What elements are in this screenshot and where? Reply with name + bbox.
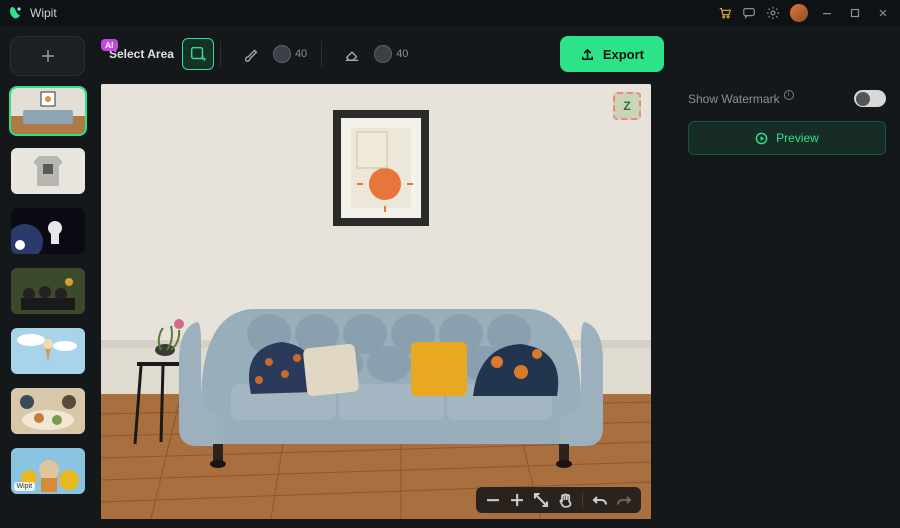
thumbnail-tshirt[interactable] — [11, 148, 85, 194]
editor-area: AI Select Area + 40 — [95, 26, 670, 528]
preview-label: Preview — [776, 131, 819, 145]
detected-watermark-region[interactable]: Z — [613, 92, 641, 120]
thumbnail-icecream[interactable] — [11, 328, 85, 374]
cart-icon[interactable] — [718, 6, 732, 20]
window-maximize-button[interactable] — [846, 4, 864, 22]
ai-badge: AI — [101, 39, 118, 51]
avatar[interactable] — [790, 4, 808, 22]
sidebar: Wipit — [0, 26, 95, 528]
svg-text:+: + — [202, 55, 206, 63]
brush-tool[interactable] — [235, 38, 267, 70]
rectangle-select-tool[interactable]: + — [182, 38, 214, 70]
redo-button[interactable] — [615, 491, 633, 509]
export-button[interactable]: Export — [560, 36, 664, 72]
thumbnail-astronaut[interactable] — [11, 208, 85, 254]
titlebar: Wipit — [0, 0, 900, 26]
show-watermark-label: Show Watermark i — [688, 92, 794, 106]
zoom-out-button[interactable] — [484, 491, 502, 509]
mode-selector[interactable]: AI Select Area — [107, 47, 176, 61]
eraser-tool[interactable] — [336, 38, 368, 70]
size-dot-icon — [273, 45, 291, 63]
size-dot-icon — [374, 45, 392, 63]
gear-icon[interactable] — [766, 6, 780, 20]
window-minimize-button[interactable] — [818, 4, 836, 22]
brush-size-value: 40 — [295, 48, 307, 60]
toolbar-divider — [321, 41, 322, 67]
eraser-size-value: 40 — [396, 48, 408, 60]
canvas[interactable]: Z — [101, 84, 651, 519]
thumbnail-badge-icon — [15, 240, 25, 250]
thumbnail-watermark-badge: Wipit — [14, 482, 36, 491]
toolbar: AI Select Area + 40 — [101, 36, 670, 72]
thumbnail-room[interactable] — [11, 88, 85, 134]
thumbnail-dining[interactable] — [11, 388, 85, 434]
thumbnail-list: Wipit — [11, 88, 85, 494]
watermark-glyph: Z — [623, 99, 630, 113]
window-close-button[interactable] — [874, 4, 892, 22]
toolbar-divider — [220, 41, 221, 67]
info-icon[interactable]: i — [784, 90, 794, 100]
thumbnail-graduation[interactable] — [11, 268, 85, 314]
zoom-in-button[interactable] — [508, 491, 526, 509]
pan-button[interactable] — [556, 491, 574, 509]
right-panel: Show Watermark i Preview — [670, 26, 900, 528]
preview-button[interactable]: Preview — [688, 121, 886, 155]
fit-screen-button[interactable] — [532, 491, 550, 509]
undo-button[interactable] — [591, 491, 609, 509]
export-label: Export — [603, 47, 644, 62]
app-name: Wipit — [30, 6, 57, 20]
canvas-wrap: Z — [101, 84, 670, 519]
app-logo-icon — [8, 5, 24, 21]
canvas-controls — [476, 487, 641, 513]
eraser-size-control[interactable]: 40 — [374, 45, 408, 63]
controls-divider — [582, 493, 583, 507]
thumbnail-sunflowers[interactable]: Wipit — [11, 448, 85, 494]
chat-icon[interactable] — [742, 6, 756, 20]
add-image-button[interactable] — [10, 36, 85, 76]
show-watermark-toggle[interactable] — [854, 90, 886, 107]
brush-size-control[interactable]: 40 — [273, 45, 307, 63]
